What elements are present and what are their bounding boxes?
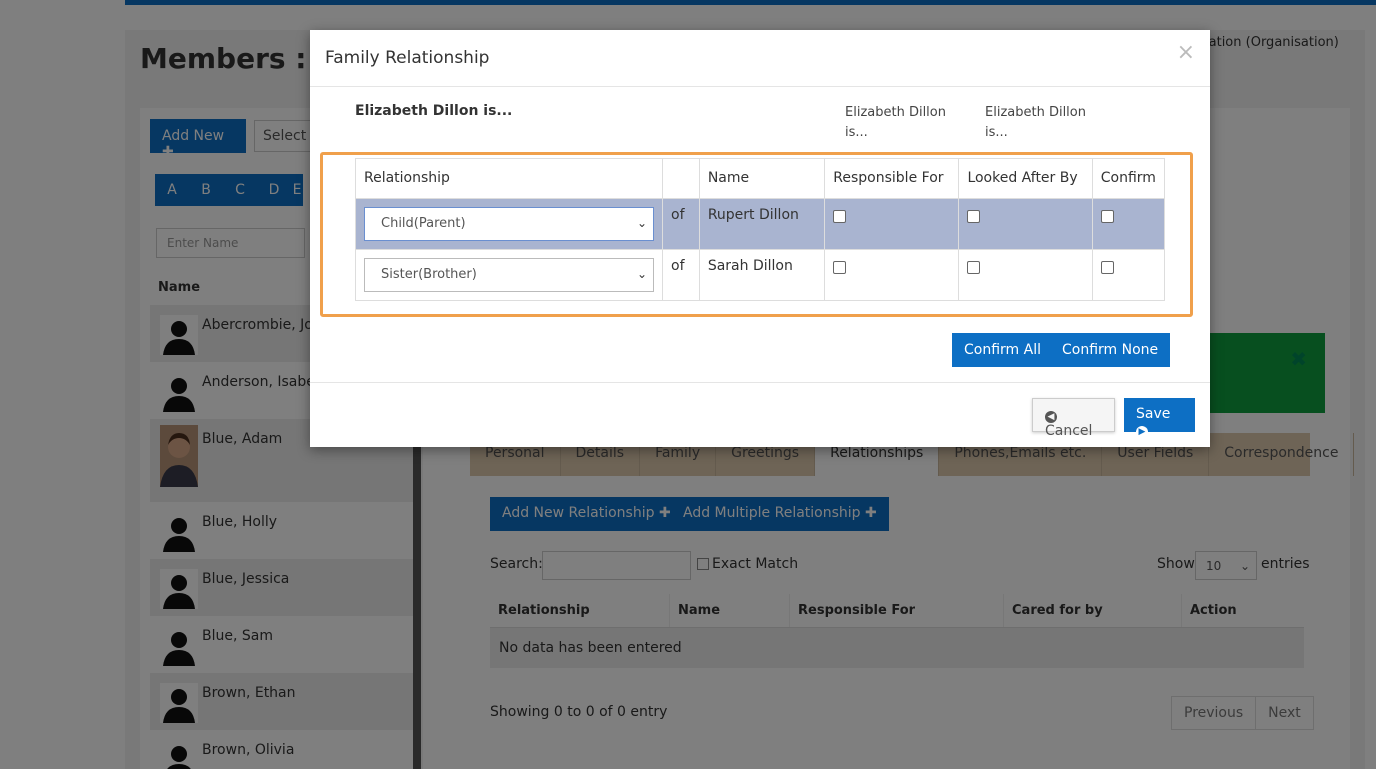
cancel-button[interactable]: ◀ Cancel bbox=[1032, 398, 1115, 439]
relationship-cell: Child(Parent) ⌄ bbox=[355, 198, 663, 250]
responsible-cell bbox=[824, 198, 960, 250]
looked-after-cell bbox=[958, 249, 1093, 301]
of-cell: of bbox=[662, 249, 700, 301]
confirm-all-button[interactable]: Confirm All bbox=[952, 333, 1053, 367]
relationship-select[interactable]: Child(Parent) ⌄ bbox=[364, 207, 654, 241]
arrow-right-circle-icon: ▶ bbox=[1136, 426, 1148, 438]
relationship-cell: Sister(Brother) ⌄ bbox=[355, 249, 663, 301]
relationship-row: Child(Parent) ⌄ of Rupert Dillon bbox=[355, 198, 1166, 250]
looked-after-cell bbox=[958, 198, 1093, 250]
responsible-for-checkbox[interactable] bbox=[833, 210, 847, 223]
family-relationship-modal: Family Relationship × Elizabeth Dillon i… bbox=[310, 30, 1210, 447]
responsible-intro: Elizabeth Dillon is... bbox=[845, 105, 946, 140]
col-of bbox=[662, 158, 700, 199]
looked-after-by-checkbox[interactable] bbox=[967, 261, 981, 274]
responsible-cell bbox=[824, 249, 960, 301]
of-cell: of bbox=[662, 198, 700, 250]
col-looked-after-by: Looked After By bbox=[958, 158, 1093, 199]
looked-after-by-checkbox[interactable] bbox=[967, 210, 981, 223]
confirm-checkbox[interactable] bbox=[1100, 210, 1114, 223]
arrow-left-circle-icon: ◀ bbox=[1045, 411, 1057, 423]
relationship-table-header: Relationship Name Responsible For Looked… bbox=[355, 158, 1166, 199]
col-responsible-for: Responsible For bbox=[824, 158, 960, 199]
relationship-intro: Elizabeth Dillon is... bbox=[355, 103, 513, 119]
relationship-select[interactable]: Sister(Brother) ⌄ bbox=[364, 258, 654, 292]
chevron-down-icon: ⌄ bbox=[636, 216, 647, 230]
modal-header: Family Relationship × bbox=[310, 30, 1210, 87]
name-cell: Sarah Dillon bbox=[698, 249, 826, 301]
confirm-none-button[interactable]: Confirm None bbox=[1050, 333, 1171, 367]
col-confirm: Confirm bbox=[1091, 158, 1166, 199]
modal-title: Family Relationship bbox=[325, 48, 490, 68]
chevron-down-icon: ⌄ bbox=[636, 267, 647, 281]
col-relationship: Relationship bbox=[355, 158, 663, 199]
responsible-for-checkbox[interactable] bbox=[833, 261, 847, 274]
save-button[interactable]: Save ▶ bbox=[1124, 398, 1195, 438]
modal-footer bbox=[310, 382, 1210, 383]
col-name: Name bbox=[698, 158, 826, 199]
confirm-cell bbox=[1091, 249, 1166, 301]
confirm-cell bbox=[1091, 198, 1166, 250]
relationship-row: Sister(Brother) ⌄ of Sarah Dillon bbox=[355, 249, 1166, 301]
close-icon[interactable]: × bbox=[1177, 42, 1195, 64]
name-cell: Rupert Dillon bbox=[698, 198, 826, 250]
confirm-checkbox[interactable] bbox=[1100, 261, 1114, 274]
looked-after-intro: Elizabeth Dillon is... bbox=[985, 105, 1086, 140]
relationship-table: Relationship Name Responsible For Looked… bbox=[355, 158, 1166, 301]
